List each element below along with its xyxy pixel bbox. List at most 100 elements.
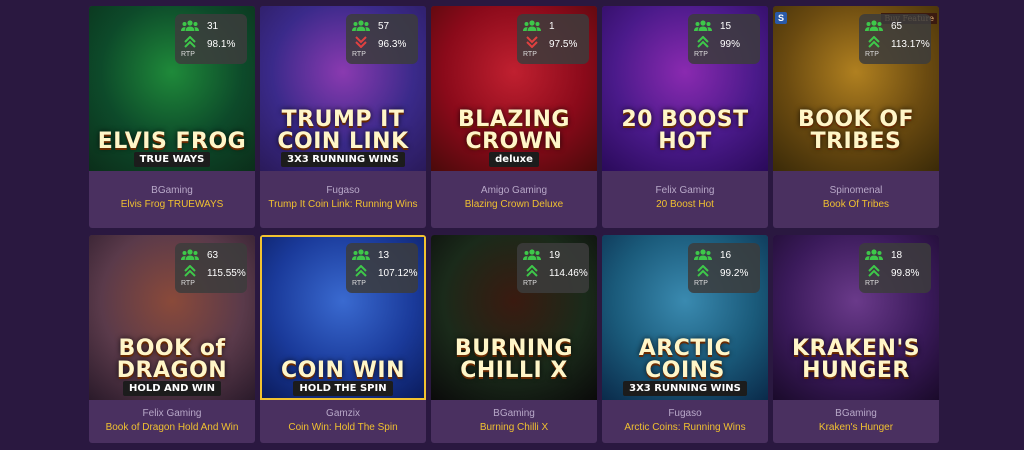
double-chevron-down-icon [526, 36, 538, 48]
provider-name[interactable]: Amigo Gaming [437, 185, 591, 197]
stats-overlay: 19 RTP 114.46% [517, 243, 589, 293]
game-thumbnail[interactable]: BURNING CHILLI X 19 RTP 114.46% [431, 235, 597, 400]
game-thumbnail[interactable]: 20 BOOST HOT 15 RTP 99% [602, 6, 768, 171]
stats-overlay: 31 RTP 98.1% [175, 14, 247, 64]
game-thumbnail[interactable]: SBuy FeatureBOOK OF TRIBES65RTP113.17% [773, 6, 939, 171]
game-card[interactable]: ELVIS FROG TRUE WAYS 31 RTP 98.1% BGaming Elvi… [89, 6, 255, 228]
players-count: 57 [378, 21, 390, 32]
rtp-label: RTP [865, 280, 879, 287]
players-icon [865, 249, 883, 260]
game-card[interactable]: ARCTIC COINS 3X3 RUNNING WINS 16 RTP 99.2% Fu… [602, 235, 768, 443]
game-name[interactable]: Elvis Frog TRUEWAYS [95, 198, 249, 211]
game-card[interactable]: 20 BOOST HOT 15 RTP 99% Felix Gaming 20 Boost… [602, 6, 768, 228]
double-chevron-up-icon [184, 36, 196, 48]
players-icon [523, 20, 541, 31]
double-chevron-up-icon [526, 265, 538, 277]
rtp-label: RTP [694, 280, 708, 287]
rtp-value: 98.1% [207, 39, 236, 50]
stats-overlay: 18 RTP 99.8% [859, 243, 931, 293]
game-name[interactable]: Book of Dragon Hold And Win [95, 421, 249, 434]
game-card[interactable]: BOOK of DRAGON HOLD AND WIN 63 RTP 115.55% Fe… [89, 235, 255, 443]
provider-name[interactable]: Spinomenal [779, 185, 933, 197]
players-icon [523, 249, 541, 260]
rtp-label: RTP [181, 51, 195, 58]
game-card[interactable]: SBuy FeatureBOOK OF TRIBES65RTP113.17% Sp… [773, 6, 939, 228]
players-count: 63 [207, 250, 219, 261]
double-chevron-up-icon [868, 36, 880, 48]
game-art-title: ELVIS FROG [97, 129, 247, 154]
double-chevron-up-icon [184, 265, 196, 277]
rtp-label: RTP [352, 51, 366, 58]
game-name[interactable]: Trump It Coin Link: Running Wins [266, 198, 420, 211]
game-name[interactable]: 20 Boost Hot [608, 198, 762, 211]
game-art-subtitle: 3X3 RUNNING WINS [260, 152, 426, 167]
stats-overlay: 13 RTP 107.12% [346, 243, 418, 293]
provider-name[interactable]: BGaming [95, 185, 249, 197]
game-card[interactable]: BLAZING CROWN deluxe 1 RTP 97.5% Amigo Gaming… [431, 6, 597, 228]
game-card[interactable]: KRAKEN'S HUNGER 18 RTP 99.8% BGaming Kraken's… [773, 235, 939, 443]
double-chevron-up-icon [355, 265, 367, 277]
game-art-subtitle: HOLD THE SPIN [260, 381, 426, 396]
game-info: BGaming Kraken's Hunger [773, 400, 939, 443]
game-art-title: BOOK of DRAGON [116, 336, 228, 383]
game-art-subtitle-text: TRUE WAYS [133, 152, 211, 167]
provider-name[interactable]: Felix Gaming [95, 408, 249, 420]
players-icon [181, 249, 199, 260]
provider-name[interactable]: Felix Gaming [608, 185, 762, 197]
rtp-value: 107.12% [378, 268, 418, 279]
game-info: Fugaso Trump It Coin Link: Running Wins [260, 171, 426, 228]
players-icon [694, 249, 712, 260]
players-count: 16 [720, 250, 732, 261]
game-info: BGaming Burning Chilli X [431, 400, 597, 443]
game-thumbnail[interactable]: ELVIS FROG TRUE WAYS 31 RTP 98.1% [89, 6, 255, 171]
game-thumbnail[interactable]: TRUMP IT COIN LINK 3X3 RUNNING WINS 57 RTP 9… [260, 6, 426, 171]
players-icon [694, 20, 712, 31]
game-name[interactable]: Burning Chilli X [437, 421, 591, 434]
double-chevron-up-icon [697, 265, 709, 277]
provider-name[interactable]: Gamzix [266, 408, 420, 420]
game-info: Felix Gaming 20 Boost Hot [602, 171, 768, 228]
game-name[interactable]: Kraken's Hunger [779, 421, 933, 434]
provider-name[interactable]: BGaming [779, 408, 933, 420]
game-thumbnail[interactable]: COIN WIN HOLD THE SPIN 13 RTP 107.12% [260, 235, 426, 400]
game-info: Felix Gaming Book of Dragon Hold And Win [89, 400, 255, 443]
game-art-title: COIN WIN [281, 358, 405, 383]
rtp-value: 97.5% [549, 39, 578, 50]
game-card[interactable]: COIN WIN HOLD THE SPIN 13 RTP 107.12% Gamzix C… [260, 235, 426, 443]
rtp-label: RTP [523, 280, 537, 287]
game-name[interactable]: Arctic Coins: Running Wins [608, 421, 762, 434]
provider-name[interactable]: Fugaso [608, 408, 762, 420]
players-icon [181, 20, 199, 31]
rtp-label: RTP [352, 280, 366, 287]
game-card[interactable]: BURNING CHILLI X 19 RTP 114.46% BGaming Burni… [431, 235, 597, 443]
game-art-subtitle: 3X3 RUNNING WINS [602, 381, 768, 396]
rtp-value: 113.17% [891, 39, 930, 50]
game-thumbnail[interactable]: ARCTIC COINS 3X3 RUNNING WINS 16 RTP 99.2% [602, 235, 768, 400]
stats-overlay: 57 RTP 96.3% [346, 14, 418, 64]
provider-name[interactable]: BGaming [437, 408, 591, 420]
game-info: Gamzix Coin Win: Hold The Spin [260, 400, 426, 443]
game-name[interactable]: Coin Win: Hold The Spin [266, 421, 420, 434]
stats-overlay: 1 RTP 97.5% [517, 14, 589, 64]
players-count: 65 [891, 21, 903, 32]
double-chevron-down-icon [355, 36, 367, 48]
rtp-label: RTP [523, 51, 537, 58]
players-count: 31 [207, 21, 219, 32]
provider-name[interactable]: Fugaso [266, 185, 420, 197]
players-count: 15 [720, 21, 732, 32]
game-art-subtitle: deluxe [431, 152, 597, 167]
game-grid: ELVIS FROG TRUE WAYS 31 RTP 98.1% BGaming Elvi… [89, 6, 939, 443]
game-art-title: TRUMP IT COIN LINK [277, 107, 409, 154]
game-thumbnail[interactable]: BLAZING CROWN deluxe 1 RTP 97.5% [431, 6, 597, 171]
game-thumbnail[interactable]: KRAKEN'S HUNGER 18 RTP 99.8% [773, 235, 939, 400]
double-chevron-up-icon [697, 36, 709, 48]
game-name[interactable]: Blazing Crown Deluxe [437, 198, 591, 211]
game-name[interactable]: Book Of Tribes [779, 198, 933, 211]
rtp-value: 96.3% [378, 39, 407, 50]
game-info: Fugaso Arctic Coins: Running Wins [602, 400, 768, 443]
game-thumbnail[interactable]: BOOK of DRAGON HOLD AND WIN 63 RTP 115.55% [89, 235, 255, 400]
players-count: 18 [891, 250, 903, 261]
players-count: 19 [549, 250, 561, 261]
game-card[interactable]: TRUMP IT COIN LINK 3X3 RUNNING WINS 57 RTP 9… [260, 6, 426, 228]
stats-overlay: 16 RTP 99.2% [688, 243, 760, 293]
